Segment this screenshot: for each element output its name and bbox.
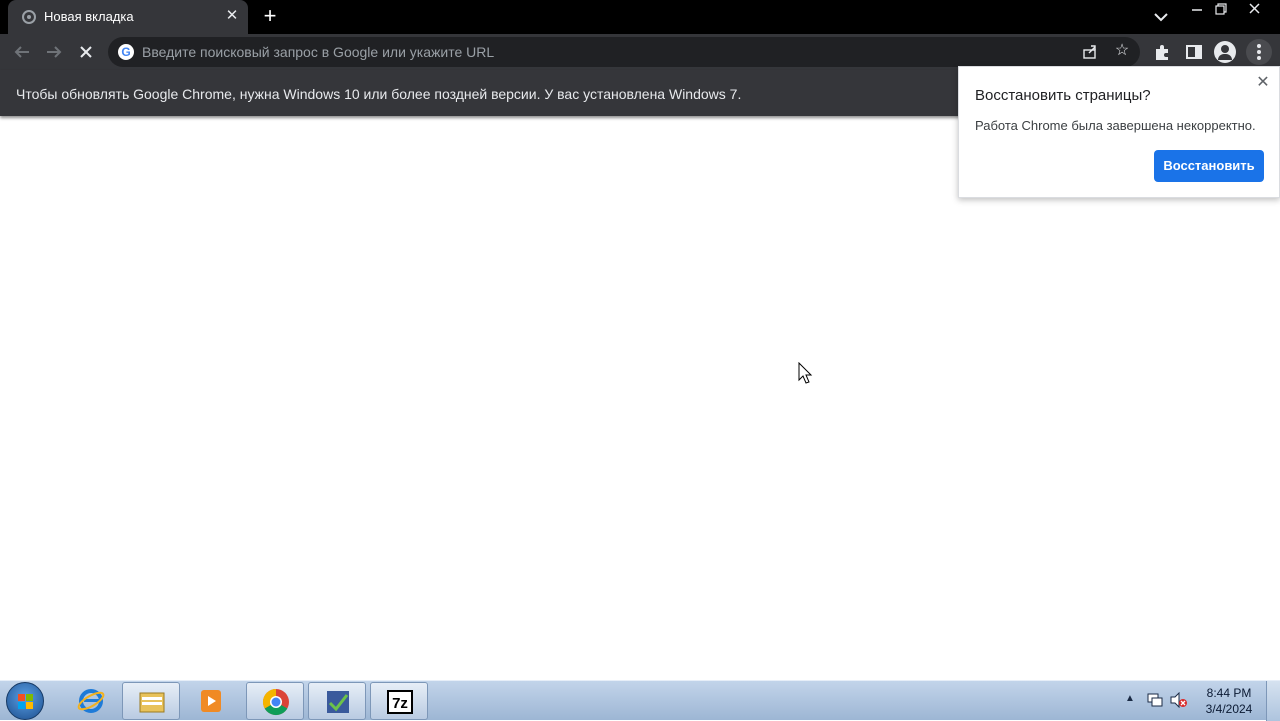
clock-time: 8:44 PM	[1206, 686, 1252, 700]
window-restore-button[interactable]	[1206, 0, 1236, 20]
tab-close-icon[interactable]: ✕	[222, 6, 242, 26]
back-arrow-icon[interactable]	[8, 38, 36, 66]
system-clock[interactable]: 8:44 PM 3/4/2024	[1196, 685, 1262, 717]
window-close-button[interactable]	[1238, 0, 1272, 20]
close-icon[interactable]: ✕	[1253, 73, 1273, 93]
stop-loading-icon[interactable]	[72, 38, 100, 66]
restore-pages-bubble: Восстановить страницы? ✕ Работа Chrome б…	[958, 66, 1280, 198]
omnibox[interactable]: G ☆	[108, 37, 1140, 67]
bubble-message: Работа Chrome была завершена некорректно…	[975, 118, 1256, 133]
network-icon[interactable]	[1146, 692, 1164, 708]
tab-search-icon[interactable]	[1150, 7, 1172, 27]
forward-arrow-icon[interactable]	[40, 38, 68, 66]
windows-taskbar: 7z ▲ 8:44 PM 3/4/2024	[0, 680, 1280, 721]
7zip-icon[interactable]: 7z	[370, 682, 428, 720]
new-tab-button[interactable]: +	[258, 5, 282, 29]
media-player-icon[interactable]	[182, 682, 240, 720]
google-chrome-icon[interactable]	[246, 682, 304, 720]
show-hidden-icons-icon[interactable]: ▲	[1124, 693, 1136, 705]
extensions-icon[interactable]	[1148, 38, 1176, 66]
svg-text:7z: 7z	[392, 695, 408, 712]
windows-logo-icon	[18, 694, 33, 709]
tab-favicon-icon	[22, 10, 36, 24]
omnibox-input[interactable]	[142, 37, 1062, 67]
checkmark-app-icon[interactable]	[308, 682, 366, 720]
volume-muted-icon[interactable]	[1170, 692, 1188, 708]
tab-new-tab[interactable]: Новая вкладка ✕	[8, 0, 248, 34]
mouse-cursor-icon	[798, 362, 813, 384]
more-menu-icon[interactable]	[1246, 39, 1272, 65]
bubble-title: Восстановить страницы?	[975, 87, 1151, 104]
start-button[interactable]	[6, 682, 44, 720]
clock-date: 3/4/2024	[1205, 702, 1253, 716]
profile-icon[interactable]	[1214, 41, 1236, 63]
tab-title: Новая вкладка	[44, 9, 134, 24]
google-g-icon: G	[118, 44, 134, 60]
show-desktop-button[interactable]	[1266, 681, 1280, 721]
browser-toolbar: G ☆	[0, 34, 1280, 70]
tab-strip: Новая вкладка ✕ +	[0, 0, 1280, 34]
share-icon[interactable]	[1080, 42, 1100, 62]
infobar-message: Чтобы обновлять Google Chrome, нужна Win…	[16, 86, 742, 102]
star-icon[interactable]: ☆	[1112, 41, 1132, 61]
windows-explorer-icon[interactable]	[122, 682, 180, 720]
side-panel-icon[interactable]	[1180, 38, 1208, 66]
internet-explorer-icon[interactable]	[62, 682, 120, 720]
restore-button[interactable]: Восстановить	[1154, 150, 1264, 182]
